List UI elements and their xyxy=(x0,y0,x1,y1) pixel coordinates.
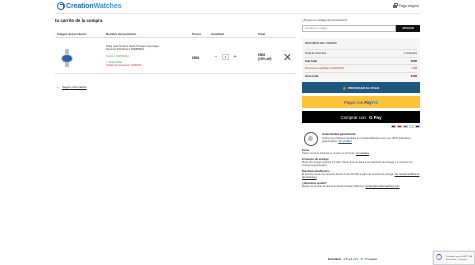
paypal-prefix: Pagar con xyxy=(343,99,364,105)
trustpilot-brand: Trustpilot xyxy=(364,257,378,261)
product-code: Modelo: SRPB09K1 xyxy=(106,55,130,58)
checkout-label: PROCESAR EL PAGO xyxy=(348,85,380,90)
quantity-increase-button[interactable]: + xyxy=(232,54,238,60)
column-header-quantity: Cantidad xyxy=(211,32,224,36)
summary-label: Sub total xyxy=(305,58,317,63)
continue-shopping-link[interactable]: ← Seguir comprando xyxy=(56,84,87,89)
recaptcha-icon xyxy=(435,253,442,260)
lock-icon: 🔒 xyxy=(342,85,347,90)
recaptcha-line-2: Privacidad - Términos xyxy=(446,258,468,261)
info-text-delivery: Plazo de entrega: previsto 2-5 días. (No… xyxy=(302,160,413,168)
remove-item-icon[interactable] xyxy=(284,53,291,60)
product-price: €508 xyxy=(192,56,200,60)
product-image[interactable] xyxy=(59,49,75,67)
summary-label: Gran total xyxy=(305,73,319,78)
summary-value: €508 xyxy=(410,58,417,63)
guarantee-link[interactable]: Ver detalles xyxy=(338,140,352,143)
info-text-help: Equipo de servicio al cliente de Email C… xyxy=(302,184,365,188)
summary-value: - €08 xyxy=(410,66,417,71)
quantity-decrease-button[interactable]: − xyxy=(213,54,219,60)
lock-icon xyxy=(393,3,398,8)
google-pay-button[interactable]: Comprar con G Pay xyxy=(302,111,420,123)
order-summary: RESUMEN DEL PEDIDO Total de artículos 1 … xyxy=(302,38,420,82)
column-header-price: Precio xyxy=(192,32,202,36)
cart-item-row: Reloj para hombre Seiko Prospex Sea Aqua… xyxy=(55,42,295,74)
product-name-link[interactable]: Reloj para hombre Seiko Prospex Sea Aqua… xyxy=(106,45,166,52)
star-icon: ★ xyxy=(360,257,363,261)
summary-title: RESUMEN DEL PEDIDO xyxy=(305,41,337,45)
column-header-total: Total xyxy=(258,32,265,36)
paypal-logo-icon: PayPal xyxy=(364,100,378,105)
paypal-brand-2: Pal xyxy=(371,99,378,105)
gpay-prefix: Comprar con xyxy=(340,114,366,120)
column-header-image: Imagen del producto xyxy=(57,32,87,36)
guarantee-title: Autenticidad garantizada xyxy=(322,132,356,137)
summary-value: €508 xyxy=(410,73,417,78)
trustpilot-rating-word: Excellent xyxy=(328,257,342,261)
header-divider xyxy=(55,13,420,14)
card-icon xyxy=(409,125,414,129)
recaptcha-badge[interactable]: Protegido por reCAPTCHA Privacidad - Tér… xyxy=(433,251,475,265)
summary-label: Total de artículos xyxy=(305,51,327,56)
order-sidebar: ¿Tienes un código de promoción? Introduc… xyxy=(302,18,420,188)
visa-icon xyxy=(391,125,396,129)
watch-face xyxy=(61,53,73,63)
quantity-input[interactable]: 1 xyxy=(222,53,229,60)
mastercard-icon xyxy=(397,125,402,129)
site-logo[interactable]: CreationWatches xyxy=(57,2,122,10)
arrow-left-icon: ← xyxy=(56,84,60,89)
paypal-button[interactable]: Pagar con PayPal xyxy=(302,96,420,108)
site-header: CreationWatches Pago seguro xyxy=(0,0,475,13)
logo-text-creation: Creation xyxy=(66,2,94,10)
summary-line-items: Total de artículos 1 Artículos xyxy=(305,49,417,57)
apply-coupon-button[interactable]: APLICAR xyxy=(396,25,420,32)
trustpilot-widget[interactable]: Excellent 4.5 out of 5 ★ Trustpilot xyxy=(328,257,377,261)
secure-payment-indicator: Pago seguro xyxy=(393,3,419,8)
trustpilot-score: 4.5 out of 5 xyxy=(343,257,359,261)
promo-code-note: Código promocional: CHRIS15 xyxy=(106,64,142,67)
line-total: €508 (15% off) xyxy=(258,53,271,61)
quantity-stepper: − 1 + xyxy=(213,53,238,60)
cart-title: tu carrito de la compra xyxy=(55,18,103,23)
shipping-details-link[interactable]: Ver detalles xyxy=(356,152,369,155)
coupon-form: Introduce tu código APLICAR xyxy=(302,25,420,32)
info-text-shipping: Todos nuestros artículos se envían en 24… xyxy=(302,152,356,156)
summary-line-grand-total: Gran total €508 xyxy=(305,71,417,80)
payment-cards xyxy=(302,125,420,129)
logo-text-watches: Watches xyxy=(93,2,122,10)
contact-email-link[interactable]: contact@creationwatches.com xyxy=(365,185,399,188)
continue-shopping-label: Seguir comprando xyxy=(62,84,87,89)
paypal-card-icon xyxy=(415,125,420,129)
secure-label: Pago seguro xyxy=(398,4,419,8)
summary-label: Descuento aplicado (CHRIS15) xyxy=(305,66,345,71)
google-pay-logo-icon: G Pay xyxy=(369,114,382,120)
coupon-input[interactable]: Introduce tu código xyxy=(302,25,396,32)
cart-table-header: Imagen del producto Nombre del producto … xyxy=(55,31,295,38)
promo-question: ¿Tienes un código de promoción? xyxy=(302,18,348,22)
summary-line-discount: Descuento aplicado (CHRIS15) - €08 xyxy=(305,64,417,72)
summary-value: 1 Artículos xyxy=(403,51,417,56)
logo-mark-icon xyxy=(57,2,65,10)
guarantee-text: Todos los productos vendidos en Creation… xyxy=(322,136,412,144)
authenticity-guarantee: Autenticidad garantizada Todos los produ… xyxy=(302,132,420,147)
guarantee-badge-icon xyxy=(304,132,318,147)
checkout-button[interactable]: 🔒 PROCESAR EL PAGO xyxy=(302,82,420,93)
paypal-brand-1: Pay xyxy=(364,99,372,105)
line-discount: (15% off) xyxy=(258,57,272,61)
shipping-info: Envío Todos nuestros artículos se envían… xyxy=(302,149,420,188)
column-header-name: Nombre del producto xyxy=(106,32,137,36)
amex-icon xyxy=(403,125,408,129)
summary-line-subtotal: Sub total €508 xyxy=(305,56,417,65)
